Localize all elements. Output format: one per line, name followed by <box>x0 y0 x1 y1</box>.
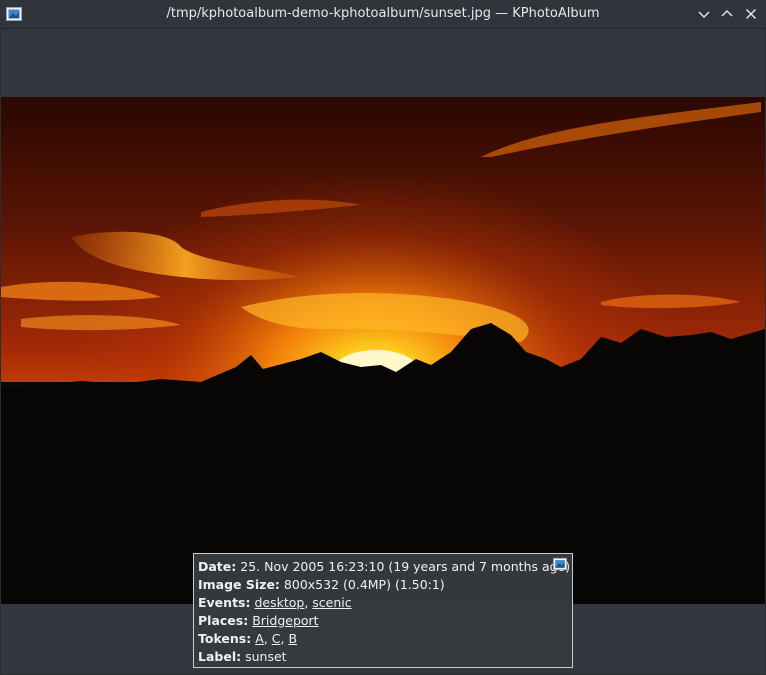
chevron-down-icon <box>698 11 710 18</box>
info-label-value: sunset <box>245 649 287 664</box>
maximize-button[interactable] <box>717 4 737 24</box>
title-bar: /tmp/kphotoalbum-demo-kphotoalbum/sunset… <box>0 0 766 29</box>
info-date-row: Date: 25. Nov 2005 16:23:10 (19 years an… <box>198 558 570 576</box>
chevron-up-icon <box>721 10 733 17</box>
info-places-label: Places: <box>198 613 249 628</box>
info-date-value: 25. Nov 2005 16:23:10 (19 years and 7 mo… <box>240 559 571 574</box>
info-date-label: Date: <box>198 559 237 574</box>
info-tokens-label: Tokens: <box>198 631 252 646</box>
event-link-desktop[interactable]: desktop <box>254 595 304 610</box>
window-title: /tmp/kphotoalbum-demo-kphotoalbum/sunset… <box>166 6 600 21</box>
sunset-image <box>1 97 765 604</box>
close-button[interactable] <box>741 4 761 24</box>
kphotoalbum-app-icon[interactable] <box>553 557 567 571</box>
info-events-label: Events: <box>198 595 251 610</box>
token-link-a[interactable]: A <box>255 631 264 646</box>
info-places-row: Places: Bridgeport <box>198 612 319 630</box>
close-icon <box>746 9 756 19</box>
sunset-photo[interactable] <box>1 97 765 604</box>
info-tokens-row: Tokens: A, C, B <box>198 630 297 648</box>
info-size-row: Image Size: 800x532 (0.4MP) (1.50:1) <box>198 576 445 594</box>
info-label-label: Label: <box>198 649 242 664</box>
event-link-scenic[interactable]: scenic <box>312 595 351 610</box>
info-size-value: 800x532 (0.4MP) (1.50:1) <box>283 577 445 592</box>
info-size-label: Image Size: <box>198 577 280 592</box>
minimize-button[interactable] <box>694 4 714 24</box>
info-events-row: Events: desktop, scenic <box>198 594 352 612</box>
image-info-box: Date: 25. Nov 2005 16:23:10 (19 years an… <box>193 553 573 668</box>
info-label-row: Label: sunset <box>198 648 287 666</box>
token-link-b[interactable]: B <box>288 631 297 646</box>
separator: , <box>263 631 272 646</box>
place-link-bridgeport[interactable]: Bridgeport <box>252 613 318 628</box>
